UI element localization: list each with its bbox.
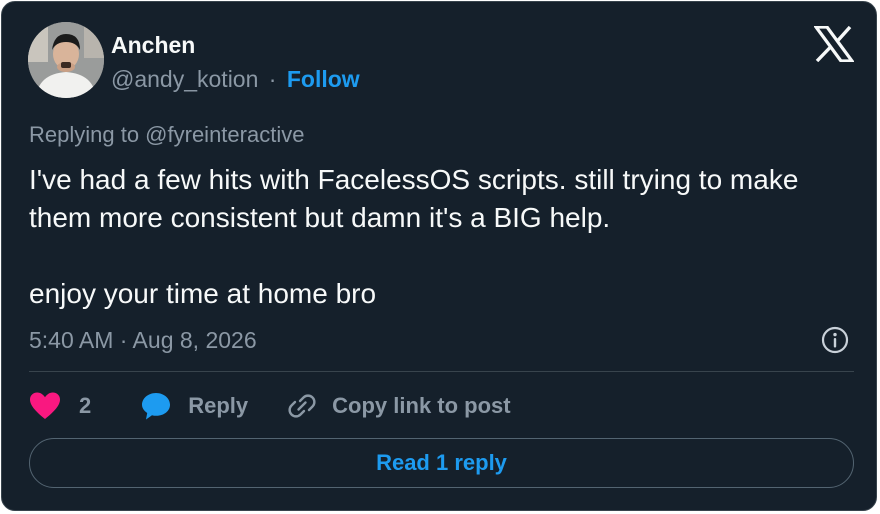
tweet-card: Anchen @andy_kotion · Follow Replying to… [1, 1, 877, 511]
avatar-image [28, 22, 104, 98]
tweet-text: I've had a few hits with FacelessOS scri… [29, 161, 849, 313]
avatar[interactable] [28, 22, 104, 98]
tweet-paragraph: enjoy your time at home bro [29, 278, 377, 309]
author-name[interactable]: Anchen [111, 32, 195, 58]
separator-dot: · [268, 66, 277, 92]
author-handle[interactable]: @andy_kotion [111, 66, 258, 92]
reply-button[interactable]: Reply [141, 391, 248, 421]
like-count: 2 [79, 393, 92, 418]
author-handle-row: @andy_kotion · Follow [111, 65, 360, 93]
read-replies-button[interactable]: Read 1 reply [29, 438, 854, 488]
follow-button[interactable]: Follow [287, 66, 360, 92]
link-icon [288, 394, 316, 418]
copy-link-button[interactable]: Copy link to post [288, 392, 511, 420]
info-icon[interactable] [821, 326, 849, 354]
tweet-timestamp[interactable]: 5:40 AM · Aug 8, 2026 [29, 326, 257, 354]
copy-link-label: Copy link to post [332, 393, 511, 418]
reply-context[interactable]: Replying to @fyreinteractive [29, 122, 304, 148]
x-logo-icon[interactable] [814, 26, 854, 62]
reply-label: Reply [188, 393, 249, 418]
divider [29, 371, 854, 372]
action-bar: 2 Reply Copy link to post [29, 388, 511, 424]
heart-icon [30, 392, 60, 419]
reply-bubble-icon [142, 393, 171, 420]
like-button[interactable]: 2 [29, 391, 91, 421]
tweet-paragraph: I've had a few hits with FacelessOS scri… [29, 164, 799, 233]
